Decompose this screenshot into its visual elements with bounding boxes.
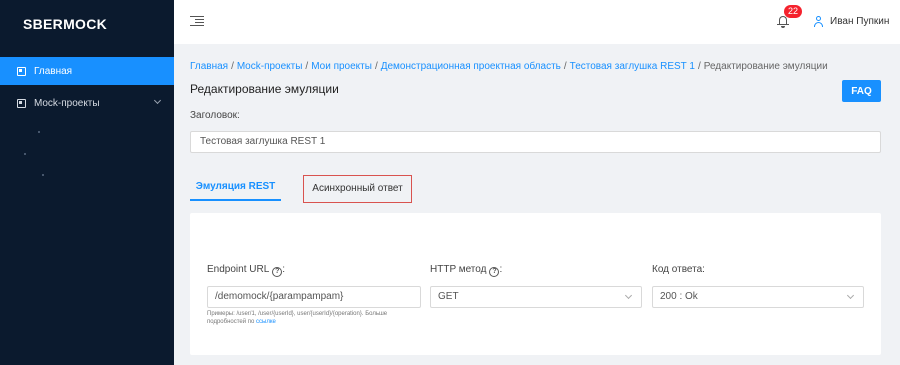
http-method-label: HTTP метод?: — [430, 264, 503, 277]
breadcrumb-link[interactable]: Mock-проекты — [237, 61, 303, 72]
submenu-bullet — [38, 131, 40, 133]
endpoint-hint: Примеры: /user/1, /user/{userId}, user/{… — [207, 311, 388, 325]
user-name[interactable]: Иван Пупкин — [830, 16, 889, 27]
sidebar-item-mock-projects[interactable]: Mock-проекты — [0, 89, 174, 117]
menu-fold-icon[interactable] — [190, 15, 204, 27]
submenu-bullet — [24, 153, 26, 155]
title-field-label: Заголовок: — [190, 110, 240, 121]
question-circle-icon[interactable]: ? — [489, 267, 500, 277]
home-icon — [17, 66, 26, 76]
app-logo: SBERMOCK — [23, 16, 108, 32]
breadcrumb-link[interactable]: Демонстрационная проектная область — [381, 61, 561, 72]
status-code-label: Код ответа: — [652, 264, 705, 275]
projects-icon — [17, 98, 26, 108]
chevron-down-icon — [624, 291, 633, 300]
endpoint-url-input[interactable]: /demomock/{parampampam} — [207, 286, 421, 308]
sidebar-item-label: Mock-проекты — [34, 97, 100, 109]
notification-badge: 22 — [784, 5, 803, 18]
title-input[interactable]: Тестовая заглушка REST 1 — [190, 131, 881, 153]
sidebar: SBERMOCK Главная Mock-проекты — [0, 0, 174, 365]
status-code-select[interactable]: 200 : Ok — [652, 286, 864, 308]
top-header: 22 Иван Пупкин — [174, 0, 900, 44]
endpoint-label: Endpoint URL?: — [207, 264, 286, 277]
emulation-form-panel — [190, 213, 881, 355]
chevron-down-icon — [153, 96, 162, 105]
http-method-select[interactable]: GET — [430, 286, 642, 308]
user-icon — [814, 16, 823, 27]
breadcrumb: Главная / Mock-проекты / Мои проекты / Демонст… — [190, 61, 828, 72]
sidebar-item-label: Главная — [34, 65, 73, 77]
sidebar-item-home[interactable]: Главная — [0, 57, 174, 85]
submenu-bullet — [42, 174, 44, 176]
tab-async-response[interactable]: Асинхронный ответ — [303, 175, 412, 203]
faq-button[interactable]: FAQ — [842, 80, 881, 102]
question-circle-icon[interactable]: ? — [272, 267, 283, 277]
breadcrumb-link[interactable]: Главная — [190, 61, 228, 72]
breadcrumb-link[interactable]: Тестовая заглушка REST 1 — [570, 61, 695, 72]
page-title: Редактирование эмуляции — [190, 82, 339, 96]
active-tab-indicator — [190, 199, 281, 201]
chevron-down-icon — [846, 291, 855, 300]
breadcrumb-current: Редактирование эмуляции — [703, 61, 828, 72]
breadcrumb-link[interactable]: Мои проекты — [311, 61, 372, 72]
endpoint-hint-link[interactable]: ссылке — [256, 319, 276, 325]
